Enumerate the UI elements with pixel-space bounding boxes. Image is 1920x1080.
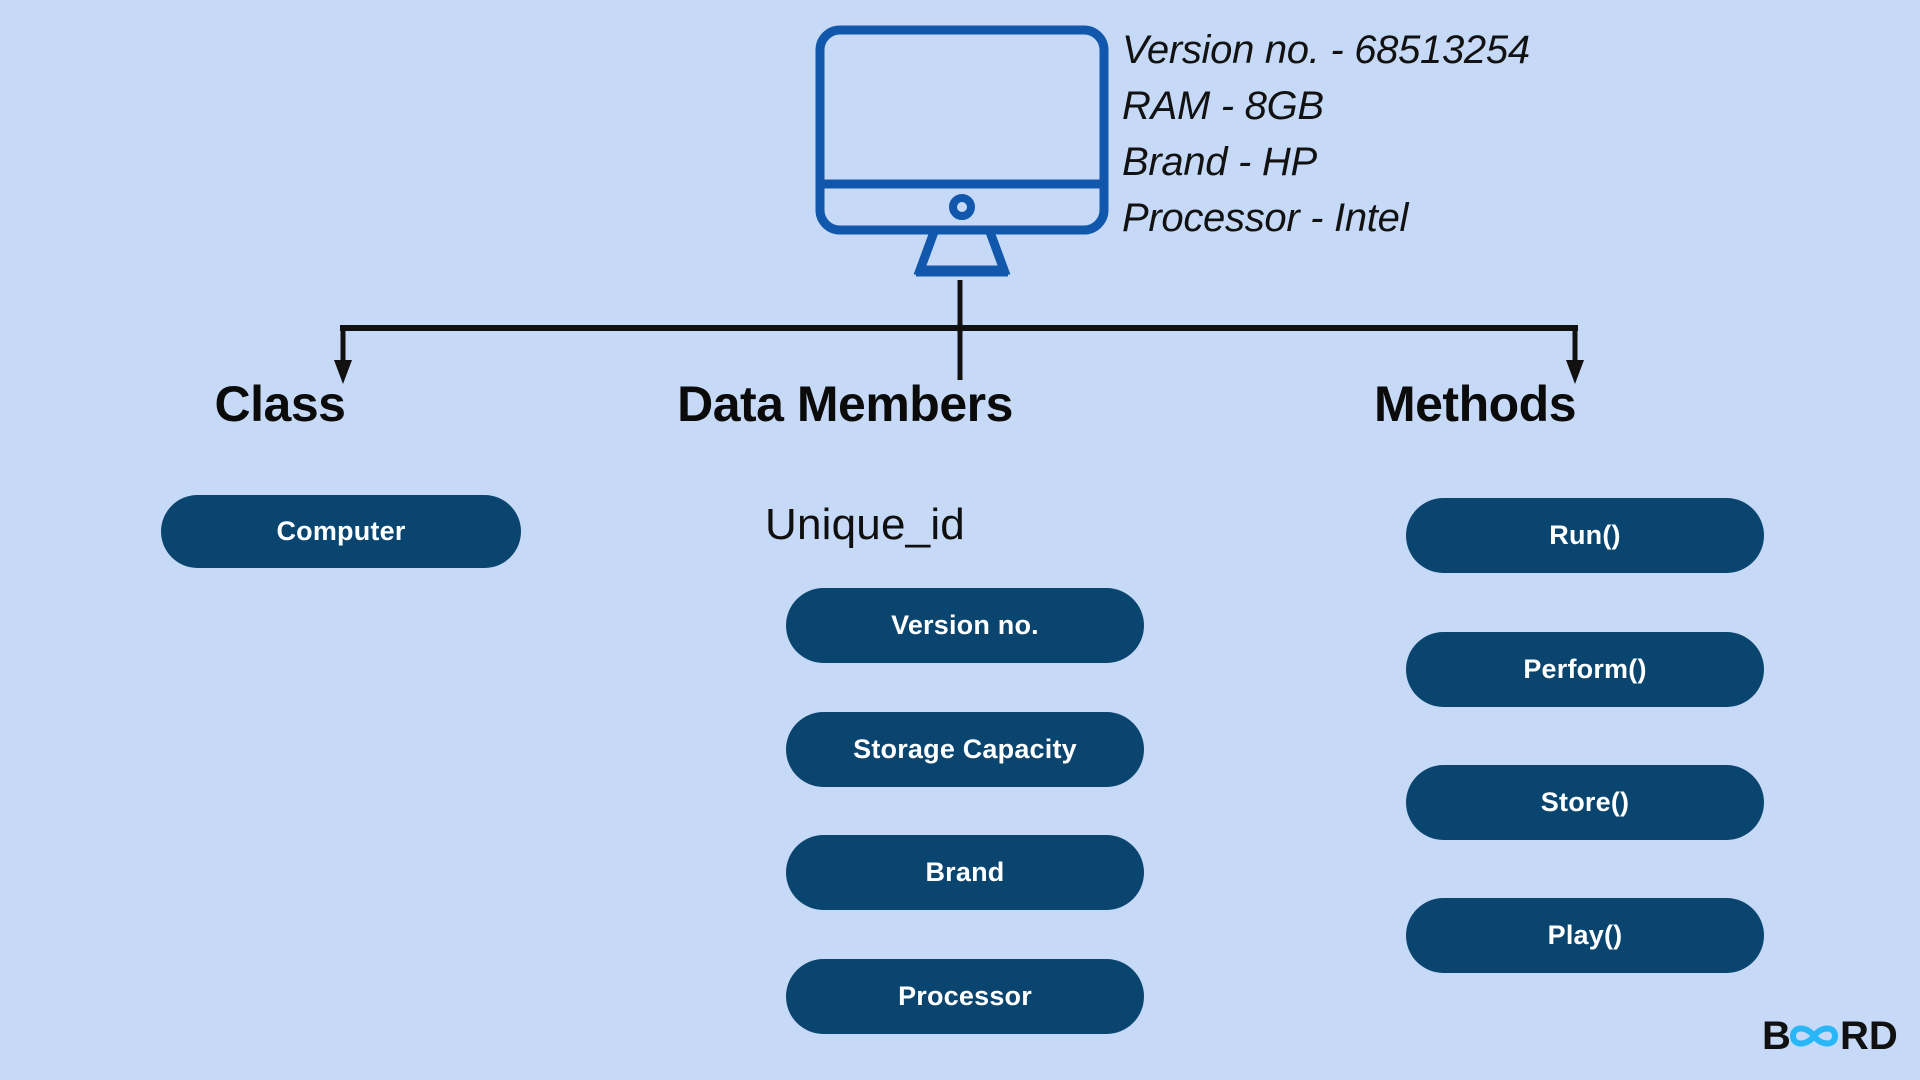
data-member-pill-processor[interactable]: Processor (786, 959, 1144, 1034)
branch-connector (334, 280, 1584, 384)
board-logo: B RD (1762, 1013, 1902, 1059)
diagram-canvas: Version no. - 68513254 RAM - 8GB Brand -… (0, 0, 1920, 1080)
data-member-pill-brand[interactable]: Brand (786, 835, 1144, 910)
logo-text-right: RD (1840, 1014, 1898, 1058)
spec-brand: Brand - HP (1122, 140, 1317, 184)
class-pill-computer[interactable]: Computer (161, 495, 521, 568)
monitor-illustration (815, 25, 1109, 277)
method-pill-store[interactable]: Store() (1406, 765, 1764, 840)
method-pill-perform[interactable]: Perform() (1406, 632, 1764, 707)
logo-infinity-icon (1789, 1025, 1839, 1047)
method-pill-play[interactable]: Play() (1406, 898, 1764, 973)
desktop-monitor-icon (812, 22, 1112, 292)
spec-processor: Processor - Intel (1122, 196, 1409, 240)
spec-version: Version no. - 68513254 (1122, 28, 1530, 72)
spec-ram: RAM - 8GB (1122, 84, 1324, 128)
data-member-pill-version-no[interactable]: Version no. (786, 588, 1144, 663)
logo-text-left: B (1762, 1014, 1791, 1058)
data-member-unique-id: Unique_id (765, 500, 965, 549)
method-pill-run[interactable]: Run() (1406, 498, 1764, 573)
device-spec-list: Version no. - 68513254 RAM - 8GB Brand -… (1122, 22, 1682, 246)
column-heading-class: Class (214, 376, 346, 432)
column-heading-data-members: Data Members (677, 376, 1013, 432)
board-logo-mark: B RD (1762, 1014, 1898, 1058)
column-heading-methods: Methods (1373, 376, 1577, 432)
data-member-pill-storage-capacity[interactable]: Storage Capacity (786, 712, 1144, 787)
